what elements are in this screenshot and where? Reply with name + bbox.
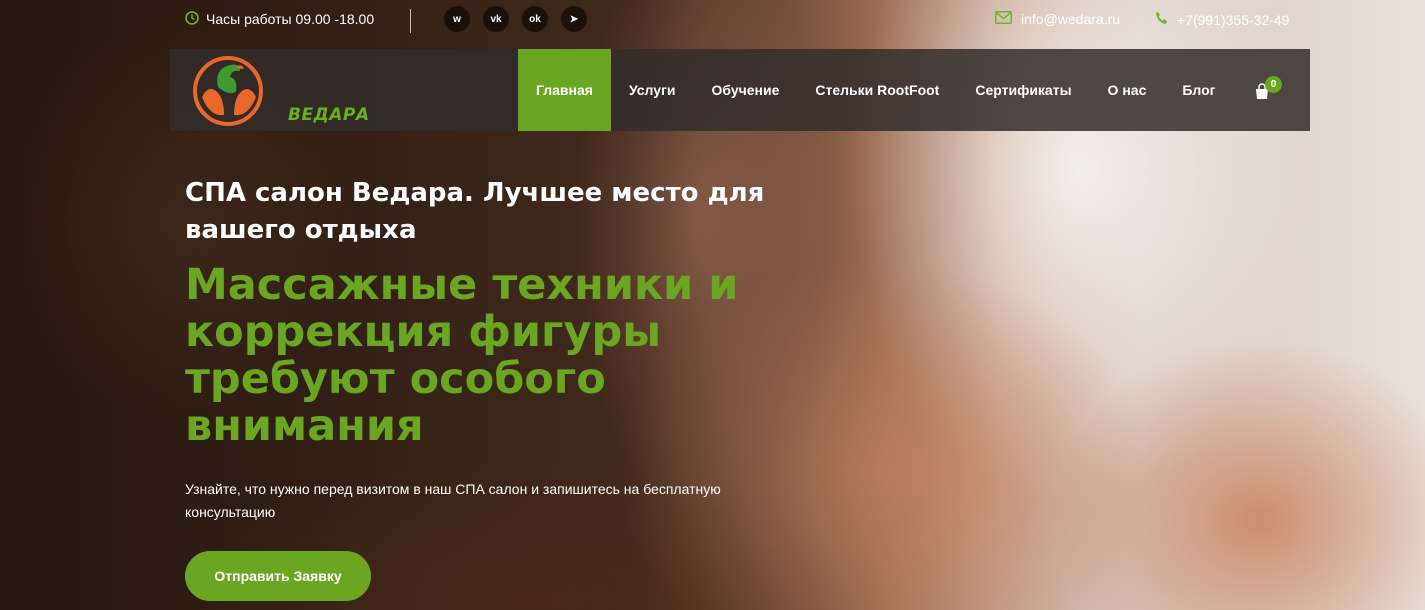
hero-headline: Массажные техники и коррекция фигуры тре… [185, 260, 739, 451]
phone-contact[interactable]: +7(991)355-32-49 [1155, 11, 1289, 28]
top-bar: Часы работы 09.00 -18.00 w vk ok ➤ info@… [0, 0, 1425, 40]
working-hours-text: Часы работы 09.00 -18.00 [206, 11, 375, 27]
telegram-icon[interactable]: ➤ [561, 6, 587, 32]
cart-button[interactable]: 0 [1253, 76, 1283, 103]
cart-count-badge: 0 [1265, 76, 1282, 93]
working-hours: Часы работы 09.00 -18.00 [185, 11, 374, 27]
nav-item-about[interactable]: О нас [1090, 49, 1165, 131]
hero-subtitle: СПА салон Ведара. Лучшее место для вашег… [185, 178, 765, 245]
submit-request-button[interactable]: Отправить Заявку [185, 551, 371, 601]
nav-item-training[interactable]: Обучение [693, 49, 797, 131]
nav-item-blog[interactable]: Блог [1164, 49, 1233, 131]
nav-item-home[interactable]: Главная [518, 49, 611, 131]
envelope-icon [995, 11, 1012, 27]
hero-description: Узнайте, что нужно перед визитом в наш С… [185, 481, 721, 520]
topbar-divider [410, 9, 411, 33]
logo-text: ВЕДАРА [288, 105, 370, 125]
vk-icon[interactable]: vk [483, 6, 509, 32]
odnoklassniki-icon[interactable]: ok [522, 6, 548, 32]
nav-item-certificates[interactable]: Сертификаты [957, 49, 1089, 131]
email-contact[interactable]: info@wedara.ru [995, 11, 1120, 27]
clock-icon [185, 11, 199, 27]
phone-icon [1155, 11, 1169, 28]
email-link[interactable]: info@wedara.ru [1021, 11, 1120, 27]
nav-item-rootfoot-insoles[interactable]: Стельки RootFoot [797, 49, 957, 131]
whatsapp-icon[interactable]: w [444, 6, 470, 32]
social-links: w vk ok ➤ [444, 6, 587, 32]
nav-item-services[interactable]: Услуги [611, 49, 694, 131]
main-navbar: ВЕДАРА Главная Услуги Обучение Стельки R… [170, 49, 1310, 131]
phone-link[interactable]: +7(991)355-32-49 [1177, 12, 1289, 28]
main-menu: Главная Услуги Обучение Стельки RootFoot… [518, 49, 1234, 131]
vedara-logo[interactable]: ВЕДАРА [182, 53, 369, 129]
